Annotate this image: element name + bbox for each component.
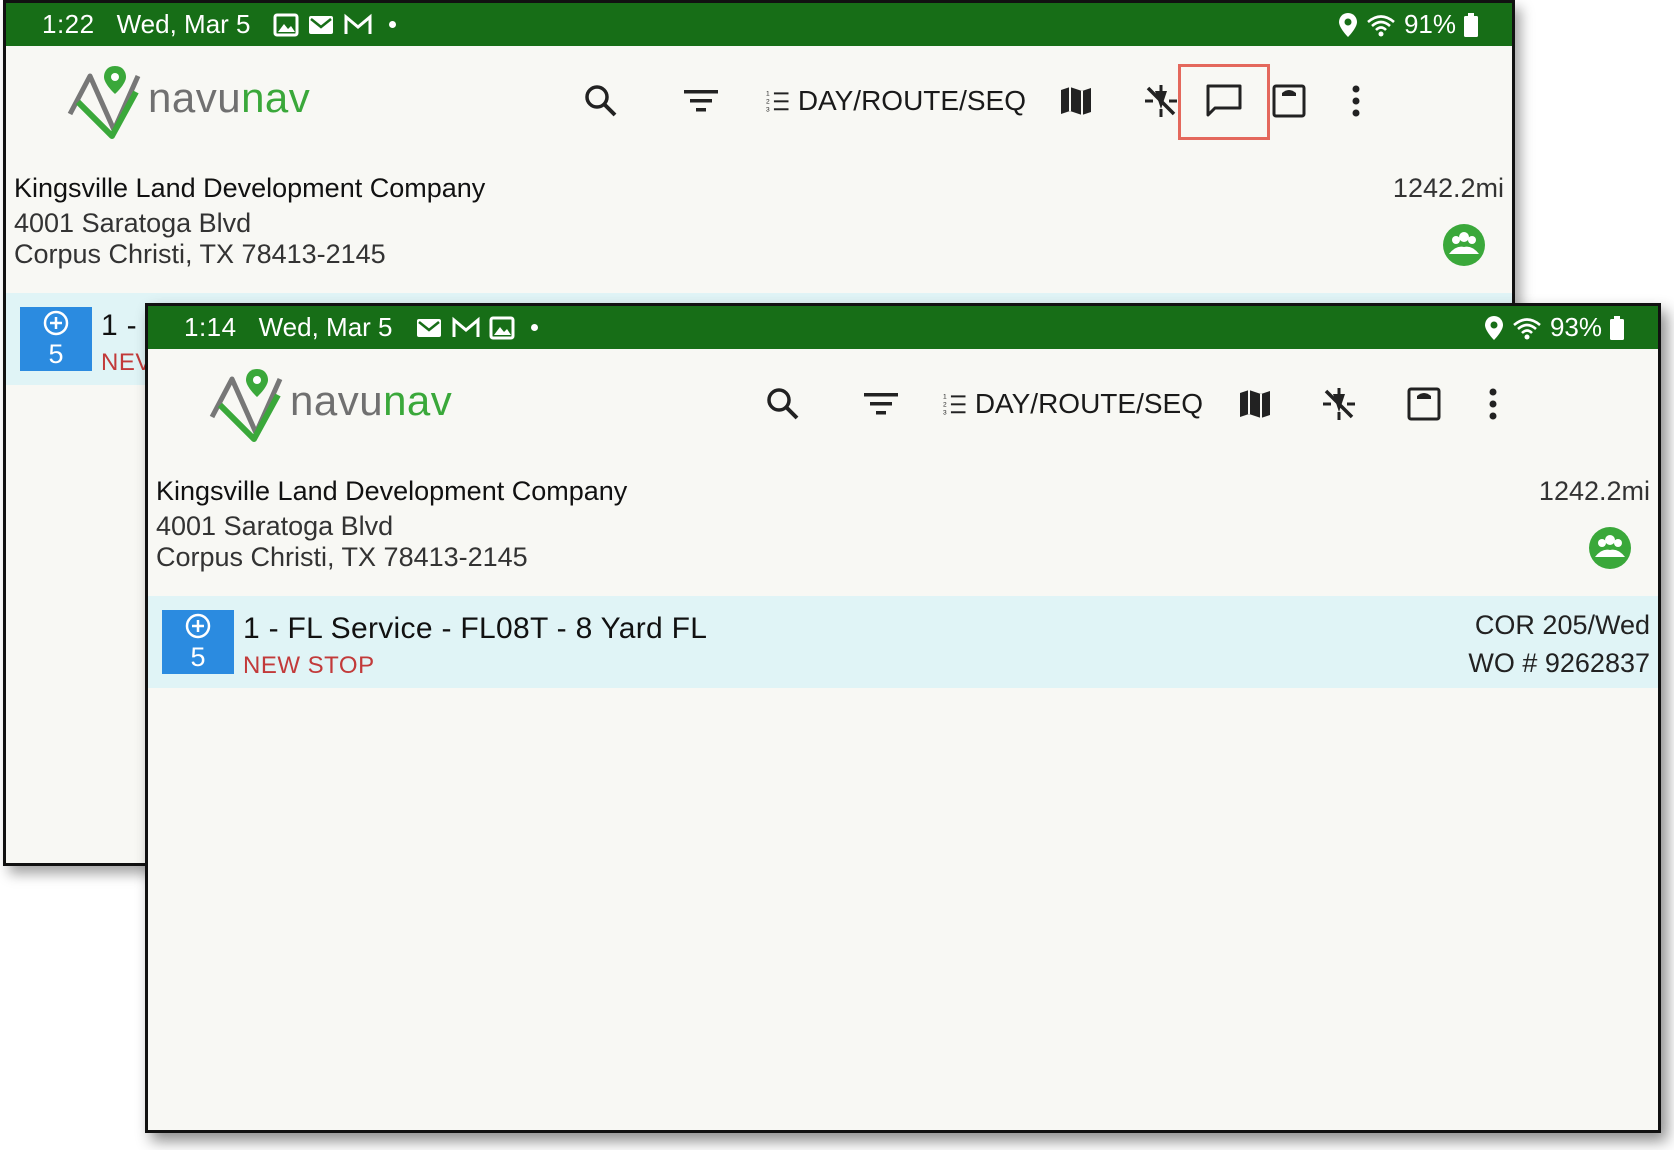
stop-badge[interactable]: 5 bbox=[162, 610, 234, 674]
gmail-icon bbox=[452, 316, 480, 337]
more-vert-icon bbox=[1489, 388, 1497, 420]
battery-icon bbox=[1610, 315, 1624, 340]
messages-button[interactable] bbox=[1198, 76, 1250, 126]
more-options-button[interactable] bbox=[1473, 379, 1513, 429]
image-icon bbox=[489, 316, 515, 339]
filter-icon bbox=[864, 393, 898, 415]
status-time: 1:22 bbox=[42, 9, 95, 39]
app-toolbar: navunav 123 DAY/ROUTE/SEQ bbox=[148, 349, 1658, 459]
screenshot-front: 1:14 Wed, Mar 5 93% navunav 1 2 3 DAY/RO… bbox=[145, 303, 1661, 1133]
filter-icon bbox=[684, 90, 718, 112]
status-bar: 1:14 Wed, Mar 5 93% bbox=[148, 306, 1658, 349]
stop-row[interactable]: 5 1 - FL Service - FL08T - 8 Yard FL NEW… bbox=[148, 596, 1658, 688]
search-icon bbox=[767, 388, 799, 420]
status-bar: 1:22 Wed, Mar 5 91% bbox=[6, 3, 1512, 46]
customer-distance: 1242.2mi bbox=[1392, 173, 1504, 203]
timeclock-icon bbox=[1272, 84, 1306, 118]
gps-off-icon bbox=[1145, 85, 1177, 117]
sort-button[interactable]: 123 DAY/ROUTE/SEQ bbox=[766, 76, 1026, 126]
status-date: Wed, Mar 5 bbox=[258, 312, 393, 342]
wifi-icon bbox=[1367, 14, 1395, 36]
email-icon bbox=[308, 15, 333, 34]
status-time: 1:14 bbox=[184, 312, 237, 342]
sort-label: DAY/ROUTE/SEQ bbox=[974, 388, 1203, 419]
filter-button[interactable] bbox=[856, 379, 906, 429]
map-icon bbox=[1061, 87, 1091, 115]
stop-title: 1 - bbox=[101, 309, 137, 342]
gps-off-button[interactable] bbox=[1314, 379, 1364, 429]
sort-button[interactable]: 123 DAY/ROUTE/SEQ bbox=[943, 379, 1203, 429]
app-toolbar: navunav 123 DAY/ROUTE/SEQ bbox=[6, 46, 1512, 156]
add-circle-icon bbox=[185, 613, 211, 639]
search-button[interactable] bbox=[758, 379, 808, 429]
gps-off-icon bbox=[1323, 388, 1355, 420]
customer-info: Kingsville Land Development Company 4001… bbox=[156, 476, 1650, 596]
stop-badge-count: 5 bbox=[190, 642, 206, 672]
logo-text-nav: nav bbox=[241, 74, 311, 121]
stop-badge-count: 5 bbox=[48, 339, 64, 369]
sort-numeric-icon: 123 bbox=[943, 394, 966, 417]
svg-text:2: 2 bbox=[766, 99, 770, 106]
customer-name: Kingsville Land Development Company bbox=[156, 476, 628, 506]
timeclock-button[interactable] bbox=[1399, 379, 1449, 429]
timeclock-button[interactable] bbox=[1264, 76, 1314, 126]
svg-text:3: 3 bbox=[766, 107, 770, 114]
svg-text:1: 1 bbox=[943, 394, 947, 401]
wifi-icon bbox=[1513, 317, 1541, 339]
map-button[interactable] bbox=[1230, 379, 1280, 429]
stop-title: 1 - FL Service - FL08T - 8 Yard FL bbox=[243, 612, 708, 645]
notification-dot bbox=[388, 21, 396, 28]
stop-work-order: WO # 9262837 bbox=[1468, 648, 1650, 678]
message-icon bbox=[1206, 84, 1242, 117]
stop-badge[interactable]: 5 bbox=[20, 307, 92, 371]
status-date: Wed, Mar 5 bbox=[116, 9, 251, 39]
stop-status: NEW STOP bbox=[243, 652, 375, 679]
svg-text:3: 3 bbox=[943, 410, 947, 417]
notification-dot bbox=[530, 324, 538, 331]
filter-button[interactable] bbox=[676, 76, 726, 126]
more-vert-icon bbox=[1352, 85, 1360, 117]
customer-address-line2: Corpus Christi, TX 78413-2145 bbox=[14, 239, 386, 269]
customer-address-line1: 4001 Saratoga Blvd bbox=[156, 511, 394, 541]
customer-info: Kingsville Land Development Company 4001… bbox=[14, 173, 1504, 293]
map-icon bbox=[1240, 390, 1270, 418]
group-icon[interactable] bbox=[1588, 526, 1632, 570]
image-icon bbox=[273, 13, 299, 36]
gmail-icon bbox=[344, 13, 372, 34]
sort-label: DAY/ROUTE/SEQ bbox=[797, 85, 1026, 116]
logo-text-navu: navu bbox=[148, 74, 242, 121]
customer-address-line1: 4001 Saratoga Blvd bbox=[14, 208, 252, 238]
location-icon bbox=[1484, 315, 1503, 340]
sort-numeric-icon: 123 bbox=[766, 91, 789, 114]
navunav-logo: navunav bbox=[66, 66, 310, 146]
customer-name: Kingsville Land Development Company bbox=[14, 173, 486, 203]
email-icon bbox=[416, 318, 441, 337]
battery-icon bbox=[1464, 12, 1478, 37]
customer-distance: 1242.2mi bbox=[1538, 476, 1650, 506]
logo-text-nav: nav bbox=[383, 377, 453, 424]
group-icon[interactable] bbox=[1442, 223, 1486, 267]
search-button[interactable] bbox=[576, 76, 626, 126]
location-icon bbox=[1338, 12, 1357, 37]
map-button[interactable] bbox=[1051, 76, 1101, 126]
add-circle-icon bbox=[43, 310, 69, 336]
timeclock-icon bbox=[1407, 387, 1441, 421]
svg-text:1: 1 bbox=[766, 91, 770, 98]
logo-text-navu: navu bbox=[290, 377, 384, 424]
customer-address-line2: Corpus Christi, TX 78413-2145 bbox=[156, 542, 528, 572]
navunav-logo: navunav bbox=[208, 369, 452, 449]
more-options-button[interactable] bbox=[1336, 76, 1376, 126]
stop-route: COR 205/Wed bbox=[1474, 610, 1650, 640]
battery-percent: 91% bbox=[1403, 9, 1456, 39]
battery-percent: 93% bbox=[1549, 312, 1602, 342]
search-icon bbox=[585, 85, 617, 117]
svg-text:2: 2 bbox=[943, 402, 947, 409]
